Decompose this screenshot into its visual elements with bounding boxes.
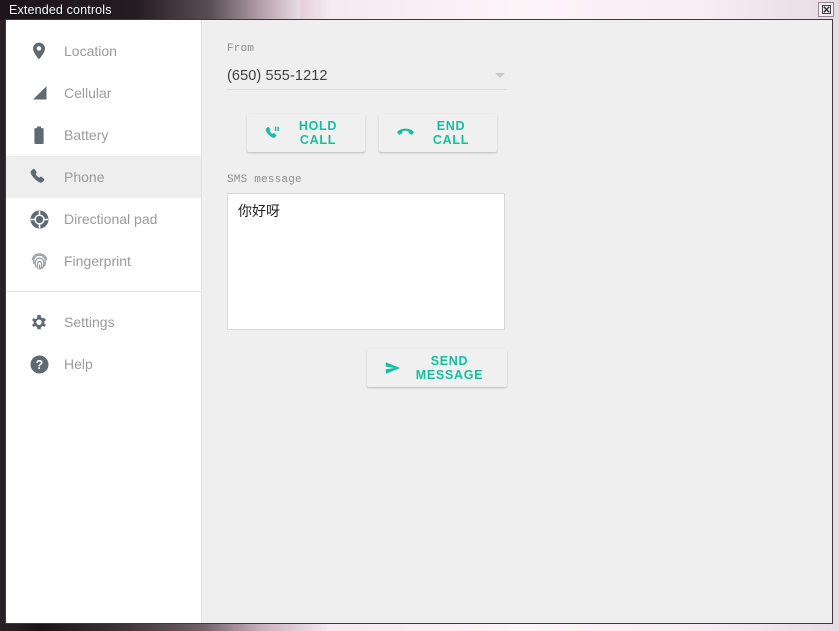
from-phone-number-select[interactable]: (650) 555-1212: [227, 62, 507, 90]
sidebar-item-help[interactable]: ? Help: [6, 343, 201, 385]
help-circle-icon: ?: [28, 353, 50, 375]
from-field-group: From (650) 555-1212: [227, 43, 507, 90]
hold-call-label: HOLD CALL: [298, 119, 338, 147]
extended-controls-window: Location Cellular Battery Phone Directio…: [5, 19, 833, 624]
send-plane-icon: [385, 361, 401, 375]
phone-panel: From (650) 555-1212 HOLD CALL END CALL S…: [202, 20, 832, 623]
sidebar-item-label: Help: [64, 355, 93, 372]
chevron-down-icon: [495, 73, 505, 78]
dpad-icon: [28, 208, 50, 230]
location-pin-icon: [28, 40, 50, 62]
sms-field-group: SMS message: [227, 174, 832, 335]
window-titlebar[interactable]: Extended controls: [0, 0, 300, 19]
end-call-label: END CALL: [432, 119, 470, 147]
sidebar-item-label: Phone: [64, 168, 105, 185]
svg-text:?: ?: [35, 358, 43, 372]
sidebar-item-fingerprint[interactable]: Fingerprint: [6, 240, 201, 282]
sidebar-item-label: Settings: [64, 313, 115, 330]
sidebar: Location Cellular Battery Phone Directio…: [6, 20, 202, 623]
fingerprint-icon: [28, 250, 50, 272]
sidebar-item-directional-pad[interactable]: Directional pad: [6, 198, 201, 240]
send-message-button[interactable]: SEND MESSAGE: [367, 349, 507, 387]
phone-icon: [28, 166, 50, 188]
hold-call-button[interactable]: HOLD CALL: [247, 114, 365, 152]
sidebar-item-label: Location: [64, 42, 117, 59]
sidebar-divider: [6, 291, 201, 292]
sms-label: SMS message: [227, 174, 302, 186]
phone-hangup-icon: [397, 127, 414, 139]
sidebar-item-label: Battery: [64, 126, 109, 143]
sidebar-item-location[interactable]: Location: [6, 30, 201, 72]
gear-icon: [28, 311, 50, 333]
send-message-label: SEND MESSAGE: [415, 354, 484, 382]
call-actions: HOLD CALL END CALL: [247, 114, 832, 152]
sms-message-input[interactable]: [227, 193, 505, 330]
window-title: Extended controls: [9, 2, 112, 17]
sidebar-item-label: Cellular: [64, 84, 112, 101]
cellular-signal-icon: [28, 82, 50, 104]
from-label: From: [227, 43, 255, 55]
sidebar-item-battery[interactable]: Battery: [6, 114, 201, 156]
send-actions: SEND MESSAGE: [367, 349, 832, 387]
sidebar-item-cellular[interactable]: Cellular: [6, 72, 201, 114]
sidebar-item-label: Directional pad: [64, 210, 158, 227]
end-call-button[interactable]: END CALL: [379, 114, 497, 152]
sidebar-item-phone[interactable]: Phone: [6, 156, 201, 198]
close-window-icon[interactable]: [818, 2, 834, 17]
sidebar-item-label: Fingerprint: [64, 252, 131, 269]
sidebar-item-settings[interactable]: Settings: [6, 301, 201, 343]
from-selected-value: (650) 555-1212: [227, 67, 328, 84]
phone-pause-icon: [265, 126, 280, 141]
battery-icon: [28, 124, 50, 146]
